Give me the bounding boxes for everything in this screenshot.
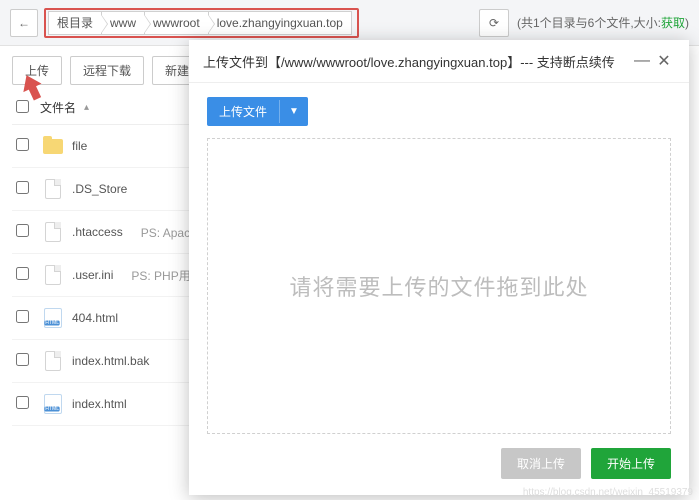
status-text: (共1个目录与6个文件,大小:获取) <box>517 14 689 31</box>
chevron-down-icon[interactable]: ▼ <box>279 100 308 123</box>
row-checkbox[interactable] <box>16 181 29 194</box>
file-name[interactable]: .htaccess <box>72 225 123 239</box>
file-icon <box>40 264 66 286</box>
cancel-upload-button[interactable]: 取消上传 <box>501 448 581 479</box>
crumb-root[interactable]: 根目录 <box>48 11 102 35</box>
row-checkbox[interactable] <box>16 310 29 323</box>
upload-modal: 上传文件到【/www/wwwroot/love.zhangyingxuan.to… <box>189 40 689 495</box>
minimize-button[interactable]: — <box>631 50 653 72</box>
close-button[interactable]: ✕ <box>653 50 675 72</box>
file-icon <box>40 350 66 372</box>
row-checkbox[interactable] <box>16 353 29 366</box>
file-icon <box>40 178 66 200</box>
choose-file-button[interactable]: 上传文件 ▼ <box>207 97 308 126</box>
get-size-link[interactable]: 获取 <box>661 16 685 30</box>
crumb-wwwroot[interactable]: wwwroot <box>144 11 209 35</box>
file-name[interactable]: 404.html <box>72 311 118 325</box>
folder-icon <box>40 135 66 157</box>
file-icon <box>40 221 66 243</box>
row-checkbox[interactable] <box>16 224 29 237</box>
file-name[interactable]: file <box>72 139 87 153</box>
html-file-icon <box>40 393 66 415</box>
row-checkbox[interactable] <box>16 267 29 280</box>
start-upload-button[interactable]: 开始上传 <box>591 448 671 479</box>
file-name[interactable]: index.html.bak <box>72 354 149 368</box>
html-file-icon <box>40 307 66 329</box>
back-button[interactable]: ← <box>10 9 38 37</box>
watermark: https://blog.csdn.net/weixin_45519379 <box>523 487 693 498</box>
remote-download-button[interactable]: 远程下载 <box>70 56 144 85</box>
refresh-button[interactable]: ⟳ <box>479 9 509 37</box>
annotation-arrow <box>22 74 46 102</box>
row-checkbox[interactable] <box>16 138 29 151</box>
modal-title: 上传文件到【/www/wwwroot/love.zhangyingxuan.to… <box>203 52 631 71</box>
file-name[interactable]: .DS_Store <box>72 182 127 196</box>
breadcrumb: 根目录 www wwwroot love.zhangyingxuan.top <box>44 8 359 38</box>
dropzone[interactable]: 请将需要上传的文件拖到此处 <box>207 138 671 434</box>
row-checkbox[interactable] <box>16 396 29 409</box>
file-name[interactable]: .user.ini <box>72 268 113 282</box>
crumb-current[interactable]: love.zhangyingxuan.top <box>208 11 352 35</box>
file-name[interactable]: index.html <box>72 397 127 411</box>
